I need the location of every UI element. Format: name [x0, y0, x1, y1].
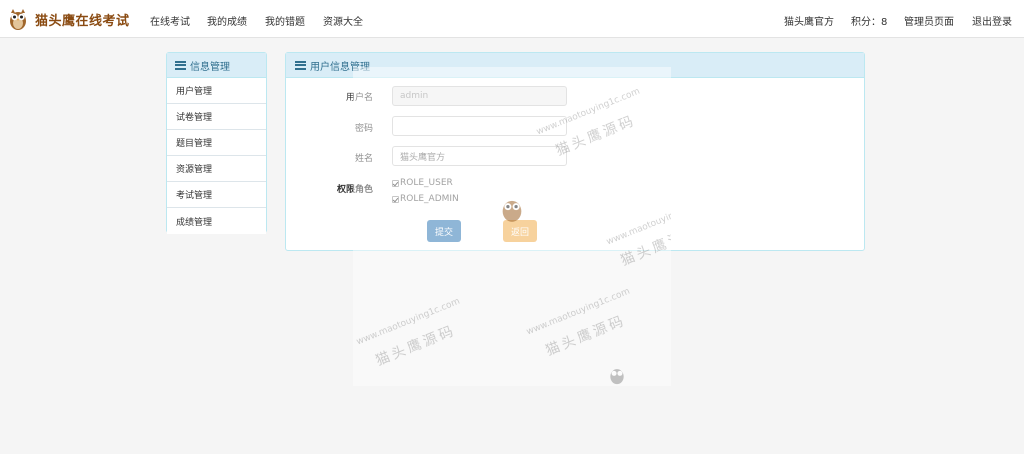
list-icon — [175, 60, 186, 70]
nav-resources[interactable]: 资源大全 — [323, 13, 363, 28]
main-heading: 用户信息管理 — [286, 53, 864, 78]
sidebar-item-papers[interactable]: 试卷管理 — [167, 104, 266, 130]
nav-user-name[interactable]: 猫头鹰官方 — [784, 13, 834, 28]
sidebar-title: 信息管理 — [190, 61, 230, 73]
sidebar-item-questions[interactable]: 题目管理 — [167, 130, 266, 156]
sidebar-panel: 信息管理 用户管理 试卷管理 题目管理 资源管理 考试管理 成绩管理 — [166, 52, 267, 234]
brand-name: 猫头鹰在线考试 — [35, 13, 130, 29]
username-field: admin — [392, 86, 567, 106]
password-label: 密码 — [354, 124, 373, 134]
watermark-text: 猫头鹰源码 — [543, 312, 629, 360]
watermark-text: 猫头鹰源码 — [373, 322, 459, 370]
back-button[interactable]: 返回 — [503, 220, 537, 242]
roles-label: 权限角色 — [336, 185, 373, 195]
name-label: 姓名 — [354, 154, 373, 164]
role-admin-option[interactable]: ROLE_ADMIN — [392, 194, 459, 204]
main-title: 用户信息管理 — [310, 61, 370, 73]
role-user-option[interactable]: ROLE_USER — [392, 178, 453, 188]
menu-lines-icon — [295, 60, 306, 70]
submit-button[interactable]: 提交 — [427, 220, 461, 242]
sidebar-heading: 信息管理 — [167, 53, 266, 78]
owl-logo-icon — [10, 9, 26, 30]
nav-online-exam[interactable]: 在线考试 — [150, 13, 190, 28]
password-field[interactable] — [392, 116, 567, 136]
sidebar-item-exams[interactable]: 考试管理 — [167, 182, 266, 208]
sidebar-item-users[interactable]: 用户管理 — [167, 78, 266, 104]
nav-my-scores[interactable]: 我的成绩 — [207, 13, 247, 28]
nav-logout[interactable]: 退出登录 — [972, 13, 1012, 28]
role-user-checkbox[interactable] — [392, 179, 399, 187]
brand[interactable]: 猫头鹰在线考试 — [6, 7, 130, 31]
role-admin-checkbox[interactable] — [392, 195, 399, 203]
role-admin-label: ROLE_ADMIN — [400, 194, 459, 204]
nav-admin-page[interactable]: 管理员页面 — [904, 13, 954, 28]
role-user-label: ROLE_USER — [400, 178, 453, 188]
nav-my-wrong-questions[interactable]: 我的错题 — [265, 13, 305, 28]
watermark-owl-icon — [610, 369, 624, 385]
watermark-url: www.maotouying1c.com — [525, 286, 632, 338]
username-label: 用户名 — [345, 93, 373, 103]
nav-points: 积分：8 — [851, 17, 888, 28]
sidebar-item-resources[interactable]: 资源管理 — [167, 156, 266, 182]
sidebar-item-scores[interactable]: 成绩管理 — [167, 208, 266, 234]
name-field[interactable]: 猫头鹰官方 — [392, 146, 567, 166]
watermark-url: www.maotouying1c.com — [355, 296, 462, 348]
top-navbar: 猫头鹰在线考试 在线考试 我的成绩 我的错题 资源大全 猫头鹰官方 积分：8 管… — [0, 0, 1024, 38]
